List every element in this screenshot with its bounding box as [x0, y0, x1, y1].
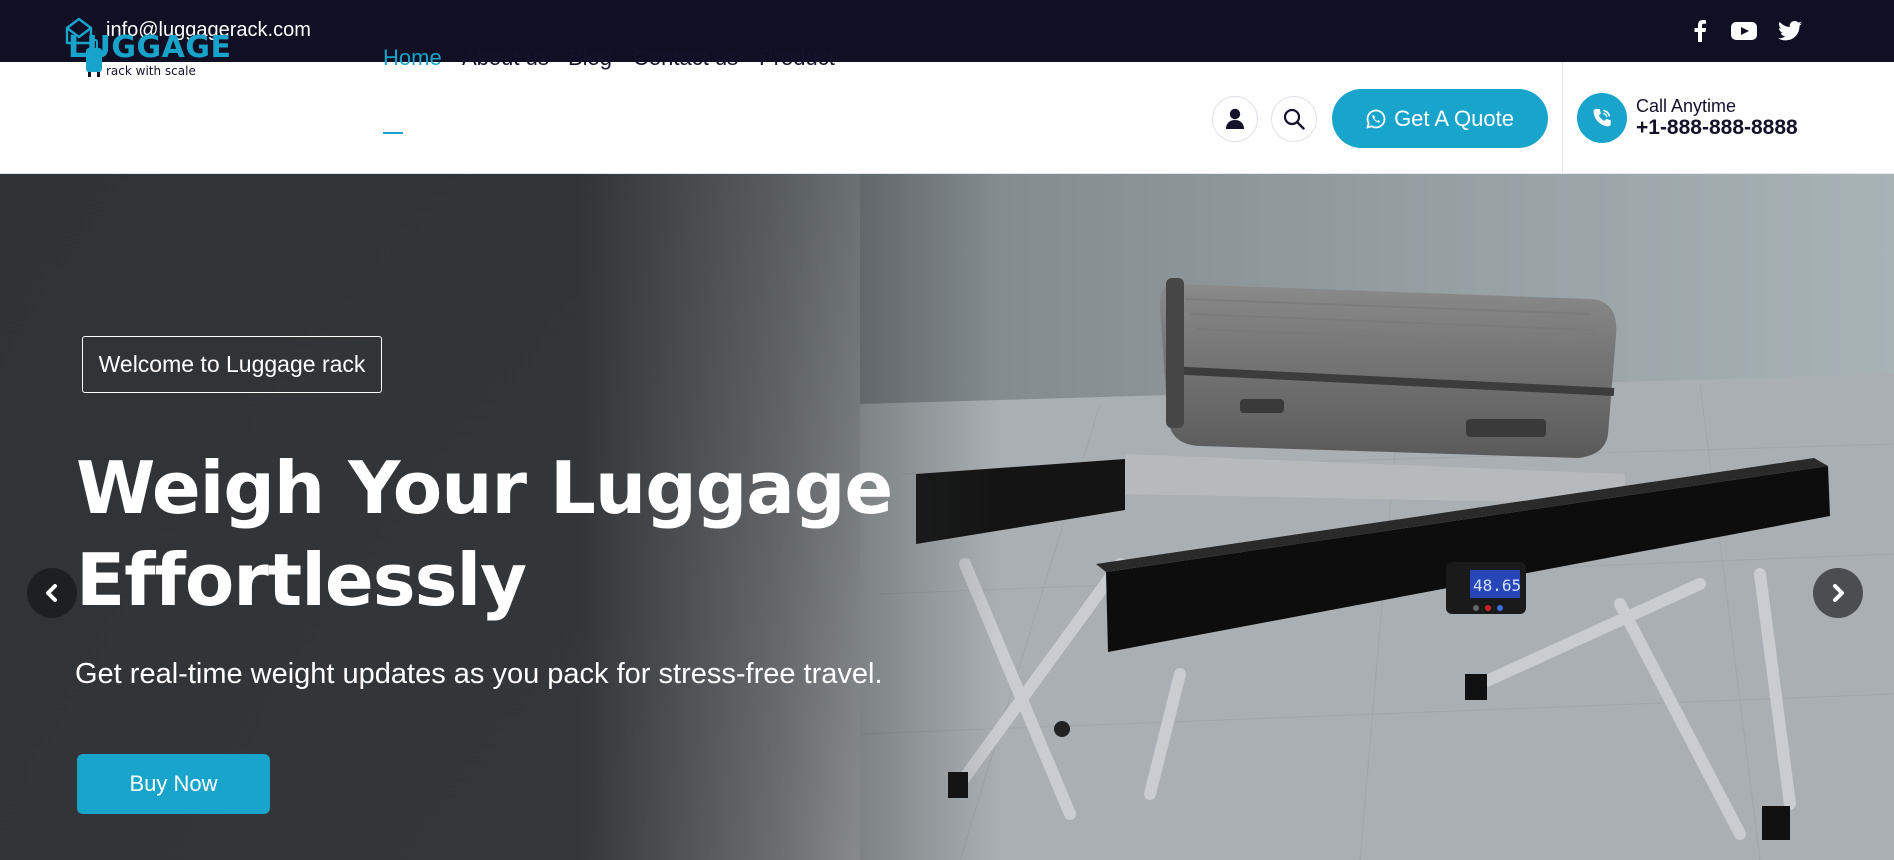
youtube-icon[interactable]: [1730, 18, 1758, 44]
hero-subheadline: Get real-time weight updates as you pack…: [75, 658, 883, 690]
phone-icon: [1593, 109, 1611, 127]
buy-now-button[interactable]: Buy Now: [77, 754, 270, 814]
suitcase-logo-icon: [86, 39, 102, 77]
hero-headline-line-2: Effortlessly: [76, 538, 527, 622]
phone-badge: [1577, 93, 1627, 143]
call-anytime-label: Call Anytime: [1636, 96, 1737, 116]
facebook-icon[interactable]: [1686, 18, 1714, 44]
search-icon: [1283, 108, 1305, 130]
chevron-right-icon: [1833, 584, 1844, 602]
welcome-badge: Welcome to Luggage rack: [82, 336, 382, 393]
site-logo[interactable]: LUGGAGE rack with scale: [64, 30, 231, 86]
nav-contact-us[interactable]: Contact us: [633, 44, 738, 74]
search-button[interactable]: [1271, 96, 1317, 142]
get-a-quote-button[interactable]: Get A Quote: [1332, 89, 1548, 148]
slider-prev-button[interactable]: [27, 568, 77, 618]
logo-tagline: rack with scale: [106, 64, 196, 78]
nav-blog[interactable]: Blog: [568, 44, 612, 74]
hero-headline-line-1: Weigh Your Luggage: [76, 446, 893, 530]
hero-slider: 48.65 Welcome to Luggage rack Weigh Your…: [0, 174, 1894, 860]
hero-headline: Weigh Your Luggage Effortlessly: [76, 442, 956, 626]
user-icon: [1226, 108, 1244, 129]
account-button[interactable]: [1212, 96, 1258, 142]
twitter-icon[interactable]: [1776, 18, 1804, 44]
header-divider: [1562, 62, 1563, 174]
chevron-left-icon: [46, 584, 57, 602]
nav-product[interactable]: Product: [759, 44, 835, 74]
nav-active-indicator: [383, 132, 403, 134]
top-bar: info@luggagerack.com: [0, 0, 1894, 62]
get-a-quote-label: Get A Quote: [1394, 105, 1514, 131]
scale-display-value: 48.65: [1473, 576, 1521, 595]
nav-about-us[interactable]: About us: [462, 44, 549, 74]
nav-home[interactable]: Home: [383, 44, 442, 74]
whatsapp-icon: [1366, 109, 1386, 129]
call-phone-number[interactable]: +1-888-888-8888: [1636, 116, 1798, 140]
slider-next-button[interactable]: [1813, 568, 1863, 618]
